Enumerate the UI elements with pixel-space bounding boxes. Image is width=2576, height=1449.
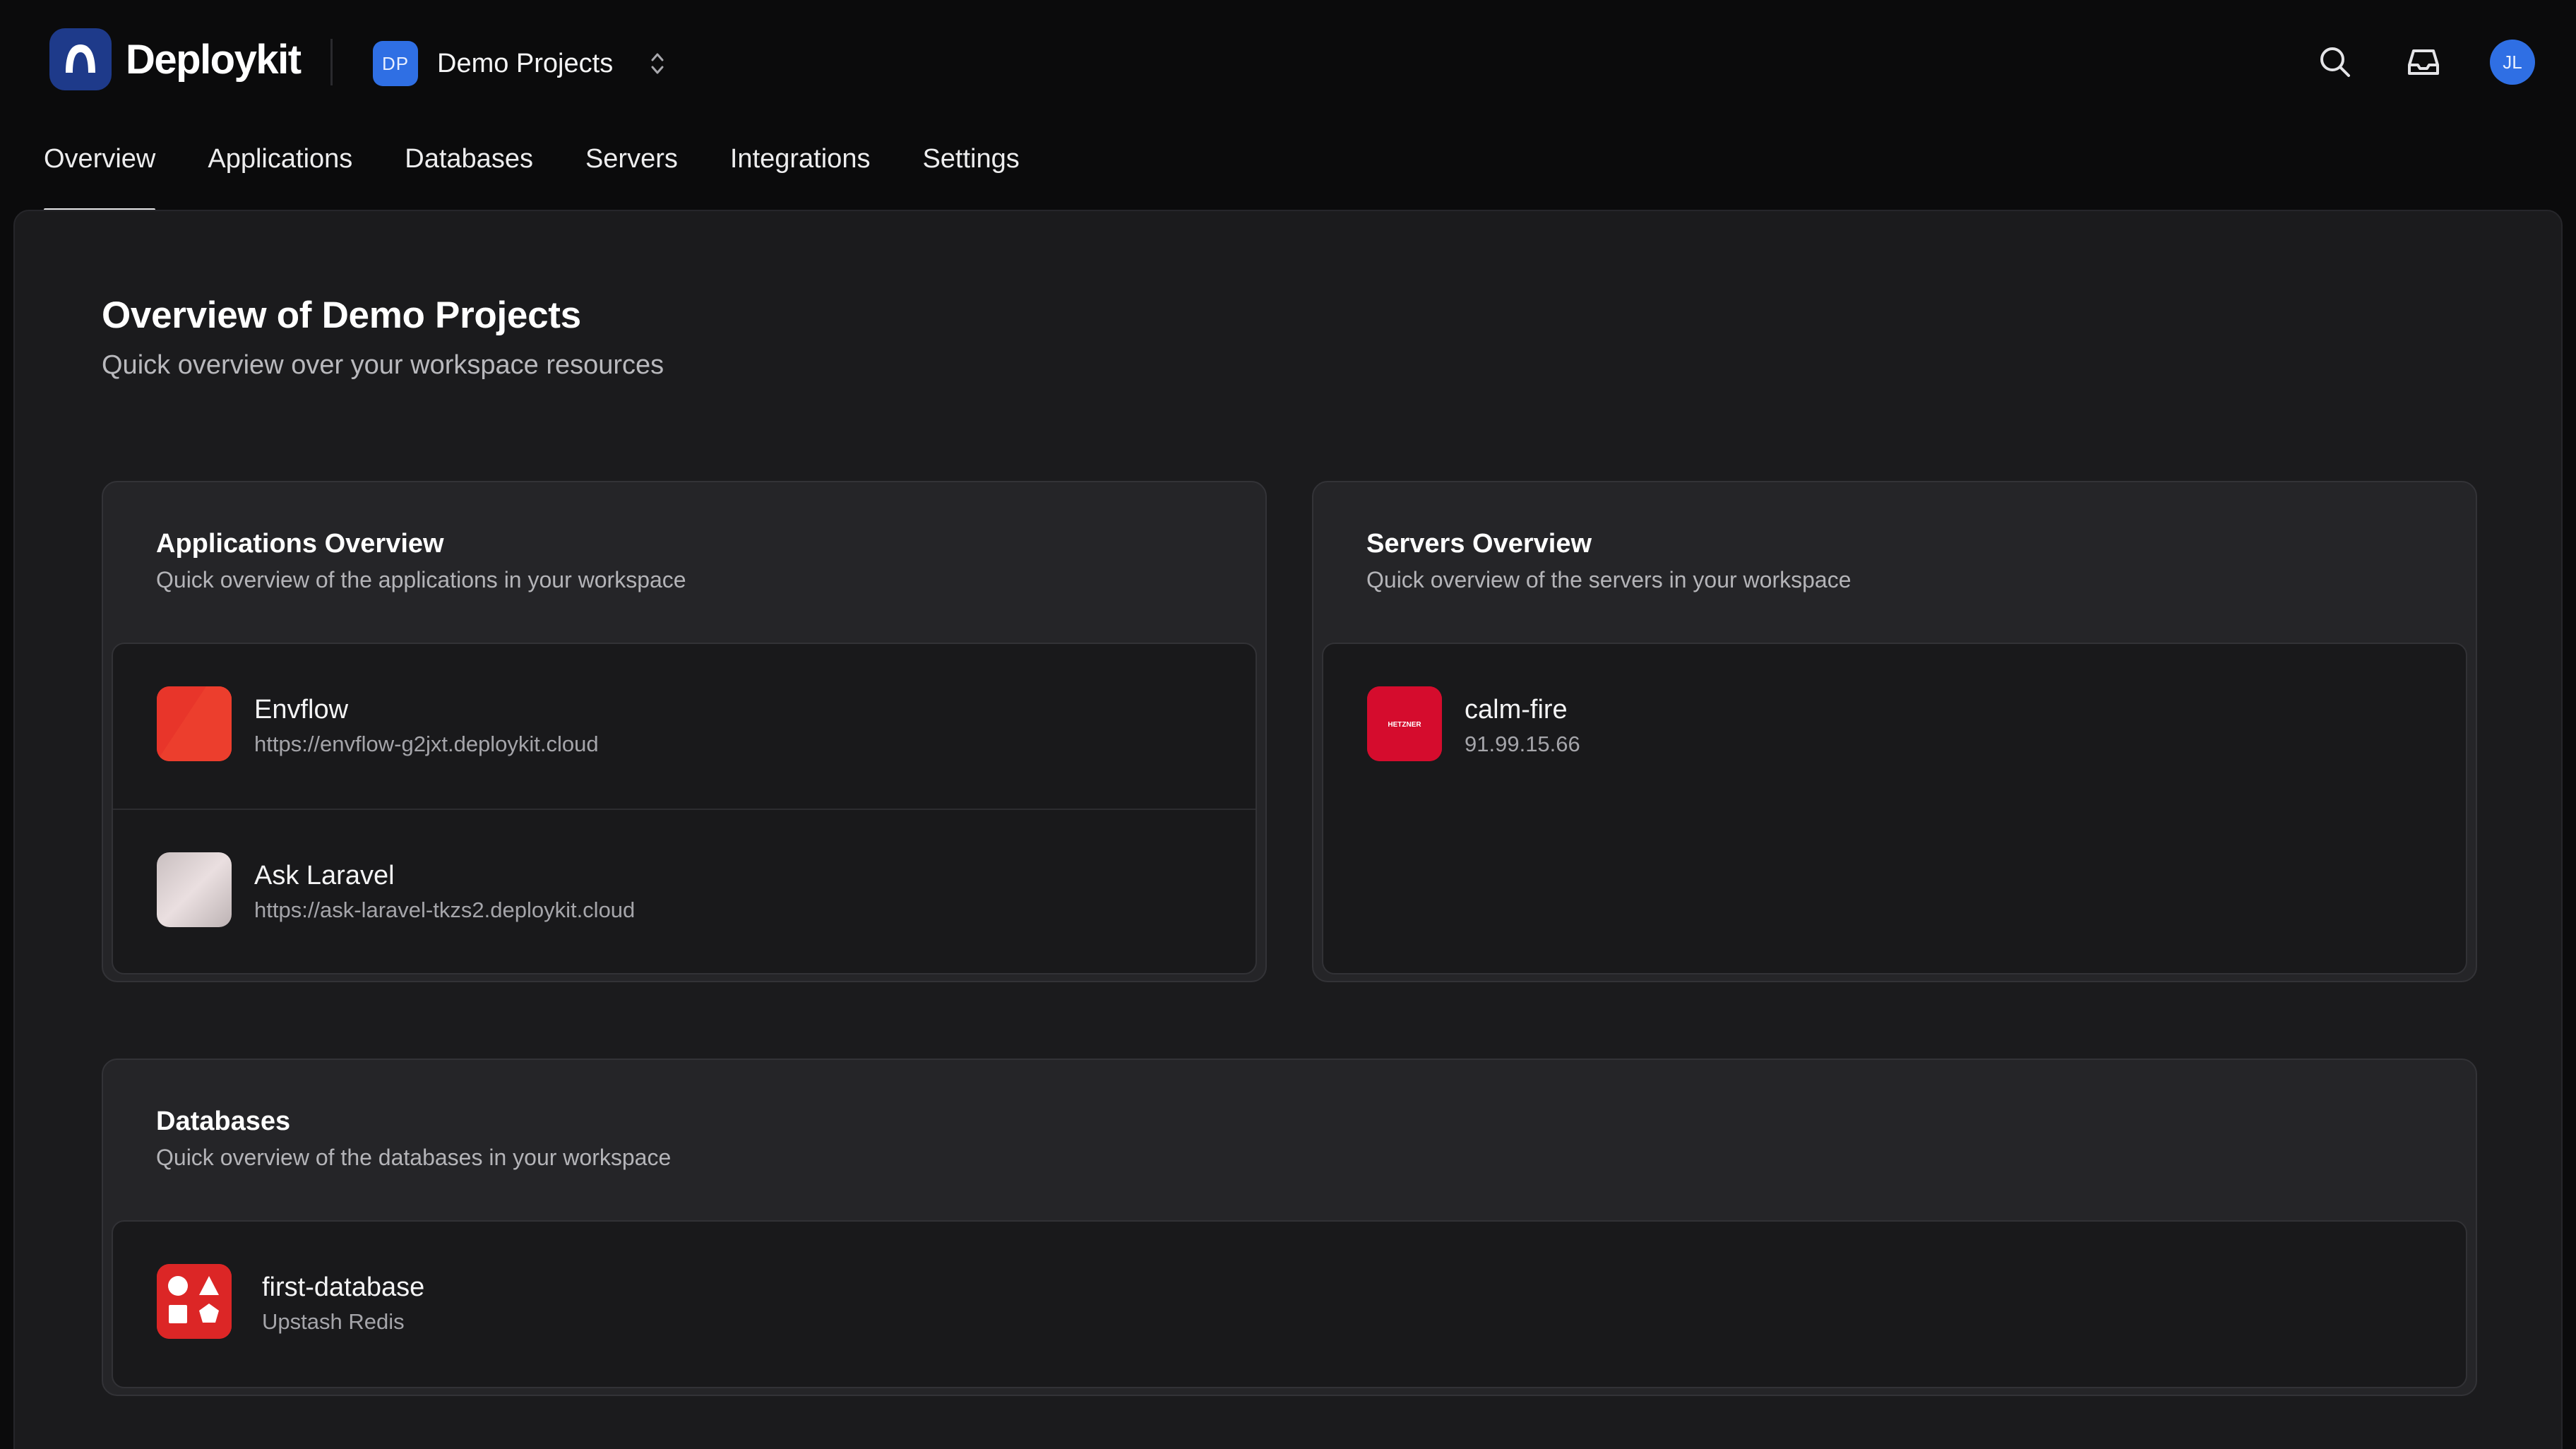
application-row-envflow[interactable]: Envflow https://envflow-g2jxt.deploykit.… (113, 644, 1256, 809)
upstash-redis-icon (157, 1264, 232, 1339)
hetzner-logo-text: HETZNER (1388, 721, 1421, 729)
user-avatar[interactable]: JL (2490, 40, 2535, 85)
brand-name: Deploykit (126, 36, 302, 83)
servers-overview-card: Servers Overview Quick overview of the s… (1312, 481, 2477, 982)
databases-list: first-database Upstash Redis (112, 1220, 2467, 1388)
card-title: Applications Overview (156, 529, 444, 559)
search-icon[interactable] (2313, 40, 2358, 85)
workspace-name: Demo Projects (437, 48, 614, 78)
tab-servers[interactable]: Servers (585, 138, 678, 212)
database-type: Upstash Redis (262, 1309, 405, 1334)
page-title: Overview of Demo Projects (102, 294, 581, 336)
application-name: Ask Laravel (254, 861, 395, 890)
main-nav-tabs: Overview Applications Databases Servers … (44, 138, 1072, 212)
tab-applications[interactable]: Applications (208, 138, 352, 212)
card-subtitle: Quick overview of the databases in your … (156, 1145, 672, 1170)
application-name: Envflow (254, 695, 349, 724)
workspace-badge: DP (373, 41, 418, 86)
servers-list: HETZNER calm-fire 91.99.15.66 (1322, 643, 2467, 974)
server-ip: 91.99.15.66 (1465, 732, 1580, 756)
application-url[interactable]: https://envflow-g2jxt.deploykit.cloud (254, 732, 599, 757)
workspace-switch-icon[interactable] (647, 46, 668, 81)
workspace-switcher[interactable]: DP Demo Projects (373, 41, 668, 86)
header-divider (330, 39, 333, 85)
database-name: first-database (262, 1272, 425, 1302)
tab-overview[interactable]: Overview (44, 138, 156, 212)
card-subtitle: Quick overview of the applications in yo… (156, 567, 686, 592)
brand[interactable]: Deploykit (49, 28, 302, 90)
ask-laravel-app-icon (157, 852, 232, 927)
application-url[interactable]: https://ask-laravel-tkzs2.deploykit.clou… (254, 898, 635, 923)
applications-list: Envflow https://envflow-g2jxt.deploykit.… (112, 643, 1257, 974)
hetzner-server-icon: HETZNER (1367, 686, 1442, 761)
application-row-ask-laravel[interactable]: Ask Laravel https://ask-laravel-tkzs2.de… (113, 809, 1256, 973)
deploykit-logo (49, 28, 112, 90)
card-title: Servers Overview (1366, 529, 1592, 559)
envflow-app-icon (157, 686, 232, 761)
server-name: calm-fire (1465, 695, 1568, 724)
main-content: Overview of Demo Projects Quick overview… (13, 210, 2563, 1449)
server-row-calm-fire[interactable]: HETZNER calm-fire 91.99.15.66 (1323, 644, 2466, 809)
card-title: Databases (156, 1107, 291, 1136)
database-row-first-database[interactable]: first-database Upstash Redis (113, 1222, 2466, 1386)
tab-settings[interactable]: Settings (922, 138, 1019, 212)
databases-overview-card: Databases Quick overview of the database… (102, 1059, 2477, 1396)
inbox-icon[interactable] (2401, 40, 2446, 85)
tab-integrations[interactable]: Integrations (730, 138, 871, 212)
top-bar: Deploykit DP Demo Projects JL (0, 0, 2576, 120)
page-subtitle: Quick overview over your workspace resou… (102, 350, 664, 380)
tab-databases[interactable]: Databases (405, 138, 533, 212)
card-subtitle: Quick overview of the servers in your wo… (1366, 567, 1852, 592)
applications-overview-card: Applications Overview Quick overview of … (102, 481, 1267, 982)
